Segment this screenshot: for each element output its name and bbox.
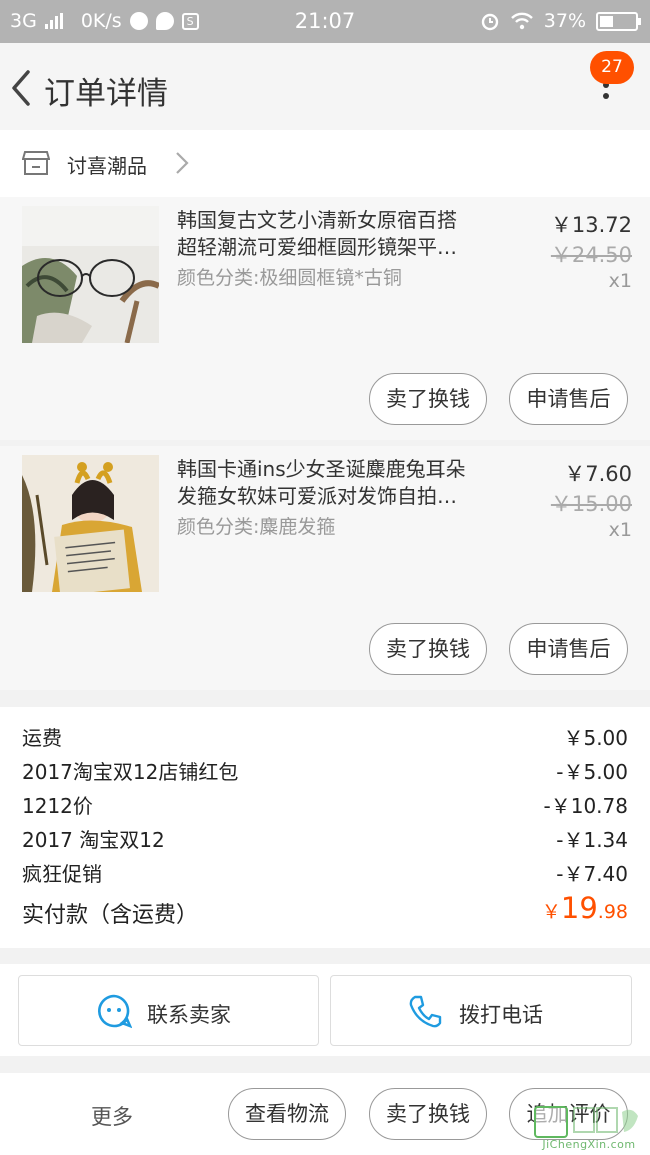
- battery-icon: [596, 11, 641, 31]
- contact-seller-label: 联系卖家: [147, 1003, 231, 1027]
- watermark-text: JiChengXin.com: [542, 1138, 636, 1151]
- watermark-logo-icon: [534, 1106, 568, 1138]
- summary-value: -￥1.34: [556, 828, 628, 852]
- total-decimal: .98: [597, 901, 628, 923]
- order-summary: 运费 ￥5.00 2017淘宝双12店铺红包 -￥5.00 1212价 -￥10…: [0, 707, 650, 948]
- after-sale-button[interactable]: 申请售后: [509, 623, 628, 675]
- view-logistics-button[interactable]: 查看物流: [228, 1088, 346, 1140]
- product-sku: 颜色分类:极细圆框镜*古铜: [177, 267, 402, 289]
- product-quantity: x1: [608, 519, 632, 541]
- site-watermark: JiChengXin.com: [530, 1104, 648, 1152]
- contact-area: 联系卖家 拨打电话: [0, 964, 650, 1056]
- total-integer: 19: [560, 891, 598, 925]
- summary-value: -￥5.00: [556, 760, 628, 784]
- product-original-price: ￥24.50: [550, 243, 632, 267]
- product-image-glasses[interactable]: [22, 206, 159, 343]
- app-header: 订单详情 27: [0, 43, 650, 130]
- battery-percent: 37%: [543, 10, 586, 32]
- summary-value: -￥10.78: [543, 794, 628, 818]
- product-price: ￥7.60: [564, 462, 632, 486]
- alarm-icon: [481, 13, 498, 31]
- product-sku: 颜色分类:麋鹿发箍: [177, 516, 336, 538]
- product-title-line2: 发箍女软妹可爱派对发饰自拍…: [177, 484, 457, 508]
- summary-label: 2017淘宝双12店铺红包: [22, 760, 239, 784]
- after-sale-button[interactable]: 申请售后: [509, 373, 628, 425]
- summary-value: ￥5.00: [563, 726, 628, 750]
- sell-button[interactable]: 卖了换钱: [369, 623, 487, 675]
- product-title[interactable]: 韩国复古文艺小清新女原宿百搭 超轻潮流可爱细框圆形镜架平…: [177, 207, 497, 261]
- contact-seller-button[interactable]: 联系卖家: [18, 975, 319, 1046]
- total-currency: ￥: [541, 901, 561, 923]
- order-item[interactable]: 韩国复古文艺小清新女原宿百搭 超轻潮流可爱细框圆形镜架平… 颜色分类:极细圆框镜…: [0, 197, 650, 440]
- watermark-logo-glyphs: [573, 1107, 638, 1133]
- product-quantity: x1: [608, 270, 632, 292]
- total-amount: ￥19.98: [542, 891, 628, 925]
- product-price: ￥13.72: [550, 213, 632, 237]
- summary-label: 运费: [22, 726, 62, 750]
- sell-button[interactable]: 卖了换钱: [369, 373, 487, 425]
- glasses-photo: [22, 206, 159, 343]
- sell-button[interactable]: 卖了换钱: [369, 1088, 487, 1140]
- shop-name: 讨喜潮品: [67, 154, 147, 178]
- page-title: 订单详情: [44, 76, 168, 112]
- product-title-line2: 超轻潮流可爱细框圆形镜架平…: [177, 235, 457, 259]
- product-original-price: ￥15.00: [550, 492, 632, 516]
- chevron-right-icon: [176, 152, 189, 174]
- phone-icon: [409, 995, 442, 1028]
- back-arrow-icon[interactable]: [8, 68, 38, 108]
- wifi-icon: [510, 12, 533, 30]
- call-phone-button[interactable]: 拨打电话: [330, 975, 632, 1046]
- summary-label: 1212价: [22, 794, 93, 818]
- summary-value: -￥7.40: [556, 862, 628, 886]
- product-title-line1: 韩国复古文艺小清新女原宿百搭: [177, 208, 457, 232]
- chat-bubble-icon: [98, 994, 132, 1029]
- shop-icon: [22, 151, 50, 175]
- headband-photo: [22, 455, 159, 592]
- status-bar: 3G 0K/s S 21:07 37%: [0, 0, 650, 43]
- product-title[interactable]: 韩国卡通ins少女圣诞麋鹿兔耳朵 发箍女软妹可爱派对发饰自拍…: [177, 456, 497, 510]
- notification-badge: 27: [590, 51, 634, 84]
- summary-label: 2017 淘宝双12: [22, 828, 165, 852]
- product-title-line1: 韩国卡通ins少女圣诞麋鹿兔耳朵: [177, 457, 466, 481]
- shop-row[interactable]: 讨喜潮品: [0, 130, 650, 197]
- product-image-headband[interactable]: [22, 455, 159, 592]
- total-label: 实付款（含运费）: [22, 903, 199, 928]
- order-item[interactable]: 韩国卡通ins少女圣诞麋鹿兔耳朵 发箍女软妹可爱派对发饰自拍… 颜色分类:麋鹿发…: [0, 446, 650, 690]
- call-phone-label: 拨打电话: [459, 1003, 543, 1027]
- more-actions-link[interactable]: 更多: [91, 1101, 133, 1131]
- summary-label: 疯狂促销: [22, 862, 102, 886]
